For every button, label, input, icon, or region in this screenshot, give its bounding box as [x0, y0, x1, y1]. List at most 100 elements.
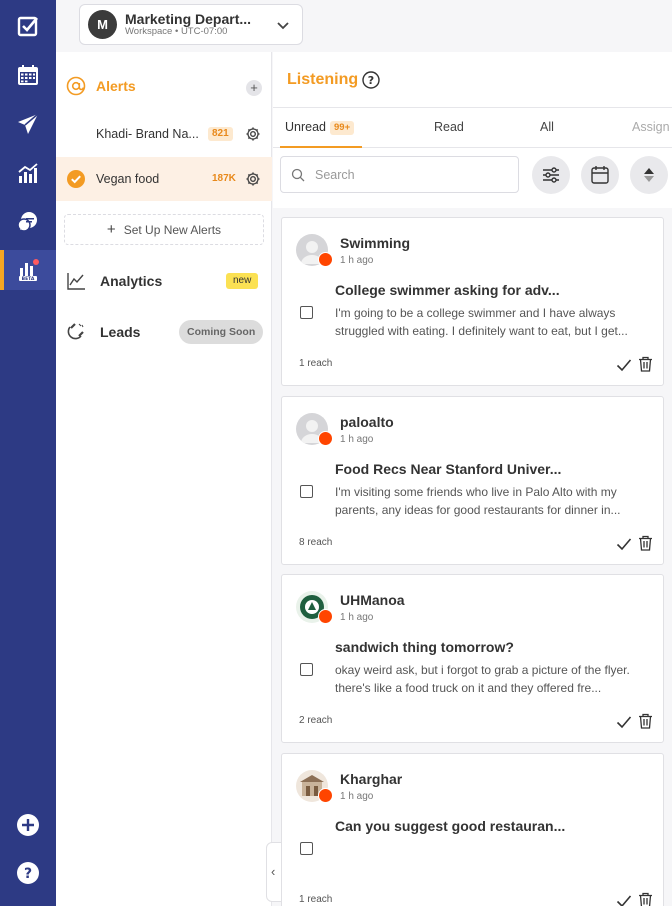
post-title[interactable]: Food Recs Near Stanford Univer...	[335, 461, 561, 477]
sliders-icon	[543, 167, 559, 183]
workspace-timezone: Workspace • UTC-07:00	[125, 26, 228, 38]
alert-name: Vegan food	[96, 172, 160, 186]
calendar-icon	[591, 166, 609, 184]
search-input[interactable]	[315, 167, 495, 182]
post-body: I'm visiting some friends who live in Pa…	[335, 485, 621, 517]
tab-unread[interactable]: Unread 99+	[280, 108, 362, 148]
post-card[interactable]: Swimming 1 h ago College swimmer asking …	[281, 217, 664, 386]
feed-toolbar	[273, 148, 672, 208]
trash-icon[interactable]	[638, 892, 653, 906]
at-sign-icon	[66, 76, 86, 96]
mark-read-check-icon[interactable]	[616, 714, 632, 730]
post-title[interactable]: Can you suggest good restauran...	[335, 818, 565, 834]
tab-label: All	[540, 120, 554, 134]
reddit-icon	[318, 788, 333, 803]
post-reach: 1 reach	[299, 894, 333, 905]
app-nav-rail: BETA ?	[0, 0, 56, 906]
listening-header: Listening ?	[273, 52, 672, 108]
gear-icon[interactable]	[245, 171, 261, 187]
compose-task-icon[interactable]	[0, 6, 56, 46]
help-icon[interactable]: ?	[362, 71, 380, 89]
svg-text:?: ?	[368, 74, 374, 87]
tab-read[interactable]: Read	[434, 108, 464, 148]
select-checkbox[interactable]	[300, 485, 313, 498]
mentions-feed: Swimming 1 h ago College swimmer asking …	[273, 208, 672, 906]
nav-label: Leads	[100, 324, 141, 340]
alerts-title: Alerts	[96, 78, 136, 94]
mark-read-check-icon[interactable]	[616, 357, 632, 373]
svg-text:BETA: BETA	[22, 276, 35, 282]
tab-assign[interactable]: Assign	[632, 108, 670, 148]
gear-icon[interactable]	[245, 126, 261, 142]
setup-new-alerts-label: Set Up New Alerts	[123, 222, 222, 237]
trash-icon[interactable]	[638, 713, 653, 729]
tab-label: Assign	[632, 120, 670, 134]
mark-read-check-icon[interactable]	[616, 893, 632, 906]
coming-soon-badge: Coming Soon	[179, 320, 264, 344]
sort-button[interactable]	[630, 156, 668, 194]
post-reach: 8 reach	[299, 537, 333, 548]
workspace-avatar: M	[88, 10, 117, 39]
analytics-chart-icon[interactable]	[0, 153, 56, 193]
alert-item-selected[interactable]: Vegan food 187K	[56, 157, 272, 201]
reddit-icon	[318, 431, 333, 446]
post-card[interactable]: paloalto 1 h ago Food Recs Near Stanford…	[281, 396, 664, 565]
workspace-switcher[interactable]: M Marketing Depart... Workspace • UTC-07…	[79, 4, 303, 45]
check-circle-icon	[67, 170, 85, 188]
mark-read-check-icon[interactable]	[616, 536, 632, 552]
post-title[interactable]: sandwich thing tomorrow?	[335, 639, 514, 655]
post-time: 1 h ago	[340, 612, 374, 623]
post-author: paloalto	[340, 414, 394, 430]
reddit-icon	[318, 609, 333, 624]
post-author: Kharghar	[340, 771, 403, 787]
post-reach: 1 reach	[299, 358, 333, 369]
select-checkbox[interactable]	[300, 306, 313, 319]
nav-analytics[interactable]: Analytics new	[56, 266, 272, 296]
post-author: Swimming	[340, 235, 411, 251]
trash-icon[interactable]	[638, 535, 653, 551]
help-circle-icon[interactable]: ?	[0, 853, 56, 893]
select-checkbox[interactable]	[300, 663, 313, 676]
alert-count-badge: 187K	[212, 173, 236, 184]
alert-count-badge: 821	[208, 127, 233, 141]
svg-text:?: ?	[24, 866, 32, 882]
page-title: Listening	[287, 71, 359, 88]
listening-beta-icon[interactable]: BETA	[0, 250, 56, 290]
post-time: 1 h ago	[340, 434, 374, 445]
add-alert-icon[interactable]: +	[246, 80, 262, 96]
search-box[interactable]	[280, 156, 519, 193]
new-badge: new	[226, 273, 259, 289]
add-circle-icon[interactable]	[0, 805, 56, 845]
post-reach: 2 reach	[299, 715, 333, 726]
setup-new-alerts-button[interactable]: + Set Up New Alerts	[64, 214, 264, 245]
alerts-sidebar: Alerts + Khadi- Brand Na... 821 Vegan fo…	[56, 52, 272, 906]
trash-icon[interactable]	[638, 356, 653, 372]
reddit-icon	[318, 252, 333, 267]
alerts-header: Alerts	[66, 76, 136, 96]
search-icon	[291, 168, 305, 181]
tab-all[interactable]: All	[540, 108, 554, 148]
publish-send-icon[interactable]	[0, 104, 56, 144]
post-body: I'm going to be a college swimmer and I …	[335, 306, 628, 338]
alert-item[interactable]: Khadi- Brand Na... 821	[56, 112, 272, 156]
select-checkbox[interactable]	[300, 842, 313, 855]
date-filter-button[interactable]	[581, 156, 619, 194]
post-author: UHManoa	[340, 592, 405, 608]
alert-name: Khadi- Brand Na...	[96, 127, 199, 141]
tab-label: Unread	[285, 120, 326, 134]
tab-label: Read	[434, 120, 464, 134]
nav-label: Analytics	[100, 273, 163, 289]
calendar-icon[interactable]	[0, 55, 56, 95]
plus-icon: +	[106, 221, 116, 238]
filter-button[interactable]	[532, 156, 570, 194]
post-card[interactable]: UHManoa 1 h ago sandwich thing tomorrow?…	[281, 574, 664, 743]
feed-tabs: Unread 99+ Read All Assign	[273, 108, 672, 148]
post-title[interactable]: College swimmer asking for adv...	[335, 282, 560, 298]
post-card[interactable]: Kharghar 1 h ago Can you suggest good re…	[281, 753, 664, 906]
sort-icon	[644, 168, 654, 182]
magnet-icon	[67, 323, 84, 340]
engage-chat-icon[interactable]	[0, 202, 56, 242]
unread-count-badge: 99+	[330, 121, 355, 135]
nav-leads[interactable]: Leads Coming Soon	[56, 317, 272, 347]
line-chart-icon	[67, 273, 85, 290]
